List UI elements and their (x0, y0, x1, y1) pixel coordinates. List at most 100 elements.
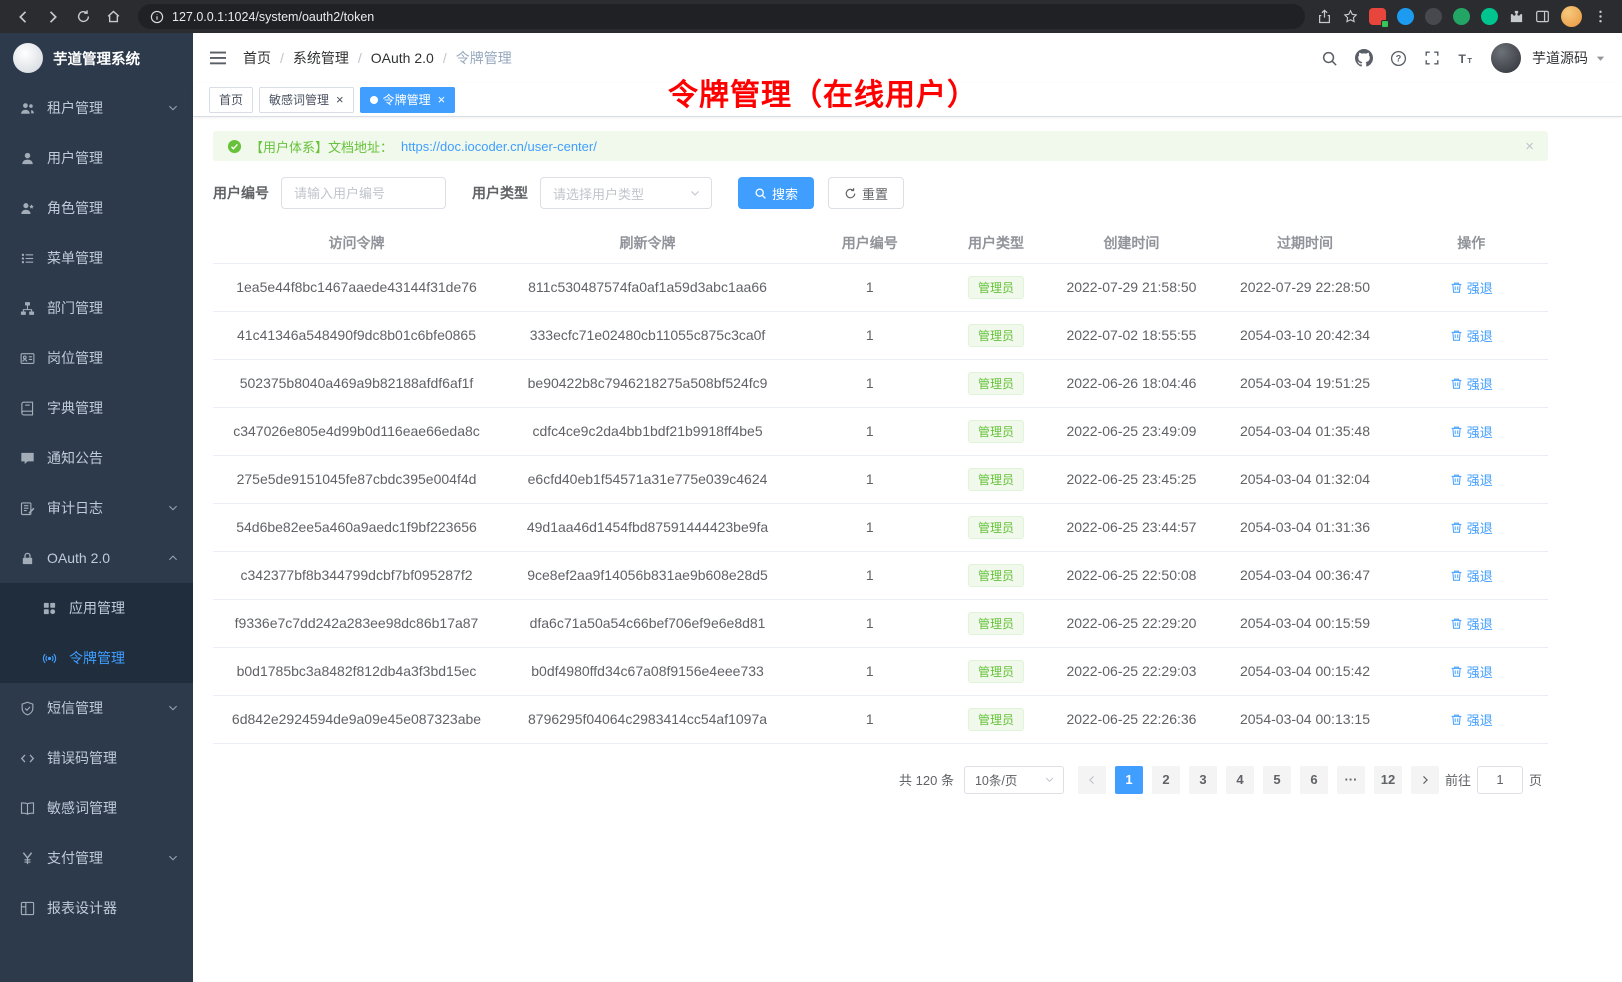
sidebar-item-sensitive-word[interactable]: 敏感词管理 (0, 783, 193, 833)
tab-home[interactable]: 首页 (209, 87, 253, 113)
reload-button[interactable] (70, 4, 96, 30)
bookmark-star-icon[interactable] (1343, 9, 1358, 24)
force-logout-button[interactable]: 强退 (1450, 278, 1493, 297)
tab-oauth2-token[interactable]: 令牌管理 × (360, 87, 456, 113)
font-size-icon[interactable]: TT (1457, 50, 1474, 67)
refresh-token-cell: b0df4980ffd34c67a08f9156e4eee733 (500, 647, 795, 695)
next-page-button[interactable] (1411, 766, 1439, 794)
sidebar-panel-icon[interactable] (1535, 9, 1550, 24)
share-icon[interactable] (1317, 9, 1332, 24)
page-button-6[interactable]: 6 (1300, 766, 1328, 794)
create-time-cell: 2022-06-25 22:29:20 (1047, 599, 1215, 647)
sidebar-item-role[interactable]: 角色管理 (0, 183, 193, 233)
force-logout-button[interactable]: 强退 (1450, 470, 1493, 489)
user-id-cell: 1 (795, 695, 945, 743)
user-type-cell: 管理员 (945, 263, 1048, 311)
extension-icon-red[interactable] (1369, 8, 1386, 25)
fullscreen-icon[interactable] (1424, 50, 1440, 66)
page-button-1[interactable]: 1 (1115, 766, 1143, 794)
post-icon (20, 351, 35, 366)
page-button-4[interactable]: 4 (1226, 766, 1254, 794)
goto-page-input[interactable] (1477, 766, 1523, 794)
browser-profile-avatar[interactable] (1561, 6, 1582, 27)
pagination: 共 120 条 10条/页 123456···12 前往 页 (213, 766, 1548, 794)
sidebar-item-dict[interactable]: 字典管理 (0, 383, 193, 433)
username[interactable]: 芋道源码 (1532, 48, 1588, 68)
force-logout-button[interactable]: 强退 (1450, 710, 1493, 729)
help-icon[interactable]: ? (1390, 50, 1407, 67)
back-button[interactable] (10, 4, 36, 30)
forward-button[interactable] (40, 4, 66, 30)
page-button-5[interactable]: 5 (1263, 766, 1291, 794)
extension-icon-teal[interactable] (1481, 8, 1498, 25)
user-type-badge: 管理员 (968, 612, 1024, 635)
sidebar-item-oauth2-app[interactable]: 应用管理 (0, 583, 193, 633)
force-logout-button[interactable]: 强退 (1450, 614, 1493, 633)
force-logout-button[interactable]: 强退 (1450, 374, 1493, 393)
action-cell: 强退 (1394, 311, 1548, 359)
user-avatar[interactable] (1491, 43, 1521, 73)
page-button-12[interactable]: 12 (1374, 766, 1402, 794)
user-type-badge: 管理员 (968, 420, 1024, 443)
logo-image (13, 43, 43, 73)
alert-link[interactable]: https://doc.iocoder.cn/user-center/ (401, 139, 597, 154)
refresh-token-cell: 8796295f04064c2983414cc54af1097a (500, 695, 795, 743)
extension-icon-green[interactable] (1453, 8, 1470, 25)
breadcrumb-item[interactable]: OAuth 2.0 (371, 50, 434, 66)
sidebar-item-notice[interactable]: 通知公告 (0, 433, 193, 483)
sidebar-item-audit-log[interactable]: 审计日志 (0, 483, 193, 533)
page-button-2[interactable]: 2 (1152, 766, 1180, 794)
create-time-cell: 2022-06-26 18:04:46 (1047, 359, 1215, 407)
sidebar-item-report-designer[interactable]: 报表设计器 (0, 883, 193, 933)
page-more-button[interactable]: ··· (1337, 766, 1365, 794)
sidebar-item-user[interactable]: 用户管理 (0, 133, 193, 183)
sidebar-item-post[interactable]: 岗位管理 (0, 333, 193, 383)
extension-icon-blue[interactable] (1397, 8, 1414, 25)
close-icon[interactable]: × (336, 93, 344, 106)
home-button[interactable] (100, 4, 126, 30)
force-logout-button[interactable]: 强退 (1450, 566, 1493, 585)
create-time-cell: 2022-06-25 23:49:09 (1047, 407, 1215, 455)
sidebar-item-oauth2[interactable]: OAuth 2.0 (0, 533, 193, 583)
sidebar-item-label: 应用管理 (69, 598, 125, 618)
sidebar-item-sms[interactable]: 短信管理 (0, 683, 193, 733)
sidebar-item-pay[interactable]: 支付管理 (0, 833, 193, 883)
breadcrumb-item: 令牌管理 (456, 48, 512, 68)
tab-sensitive-word[interactable]: 敏感词管理× (259, 87, 354, 113)
tab-label: 令牌管理 (383, 91, 431, 108)
page-size-select[interactable]: 10条/页 (964, 766, 1064, 794)
site-info-icon[interactable] (150, 10, 164, 24)
active-tab-dot (370, 96, 378, 104)
search-button[interactable]: 搜索 (738, 177, 814, 209)
reset-button[interactable]: 重置 (828, 177, 904, 209)
force-logout-button[interactable]: 强退 (1450, 518, 1493, 537)
page-button-3[interactable]: 3 (1189, 766, 1217, 794)
menu-dots-icon[interactable] (1593, 9, 1608, 24)
close-icon[interactable]: × (1525, 138, 1534, 155)
refresh-token-cell: 811c530487574fa0af1a59d3abc1aa66 (500, 263, 795, 311)
breadcrumb-item[interactable]: 首页 (243, 48, 271, 68)
breadcrumb-item[interactable]: 系统管理 (293, 48, 349, 68)
github-icon[interactable] (1355, 49, 1373, 67)
search-icon[interactable] (1321, 50, 1338, 67)
user-id-input[interactable] (281, 177, 446, 209)
breadcrumb-separator: / (358, 50, 362, 66)
sidebar-item-dept[interactable]: 部门管理 (0, 283, 193, 333)
sidebar-item-tenant[interactable]: 租户管理 (0, 83, 193, 133)
user-type-select[interactable]: 请选择用户类型 (540, 177, 712, 209)
sidebar-item-menu[interactable]: 菜单管理 (0, 233, 193, 283)
access-token-cell: c342377bf8b344799dcbf7bf095287f2 (213, 551, 500, 599)
force-logout-button[interactable]: 强退 (1450, 326, 1493, 345)
prev-page-button[interactable] (1078, 766, 1106, 794)
sidebar-item-error-code[interactable]: 错误码管理 (0, 733, 193, 783)
extension-icon-dark[interactable] (1425, 8, 1442, 25)
action-cell: 强退 (1394, 599, 1548, 647)
force-logout-button[interactable]: 强退 (1450, 662, 1493, 681)
url-bar[interactable]: 127.0.0.1:1024/system/oauth2/token (138, 4, 1305, 29)
caret-down-icon[interactable] (1595, 53, 1606, 64)
puzzle-icon[interactable] (1509, 9, 1524, 24)
close-icon[interactable]: × (438, 93, 446, 106)
force-logout-button[interactable]: 强退 (1450, 422, 1493, 441)
sidebar-item-oauth2-token[interactable]: 令牌管理 (0, 633, 193, 683)
hamburger-icon[interactable] (209, 49, 227, 67)
